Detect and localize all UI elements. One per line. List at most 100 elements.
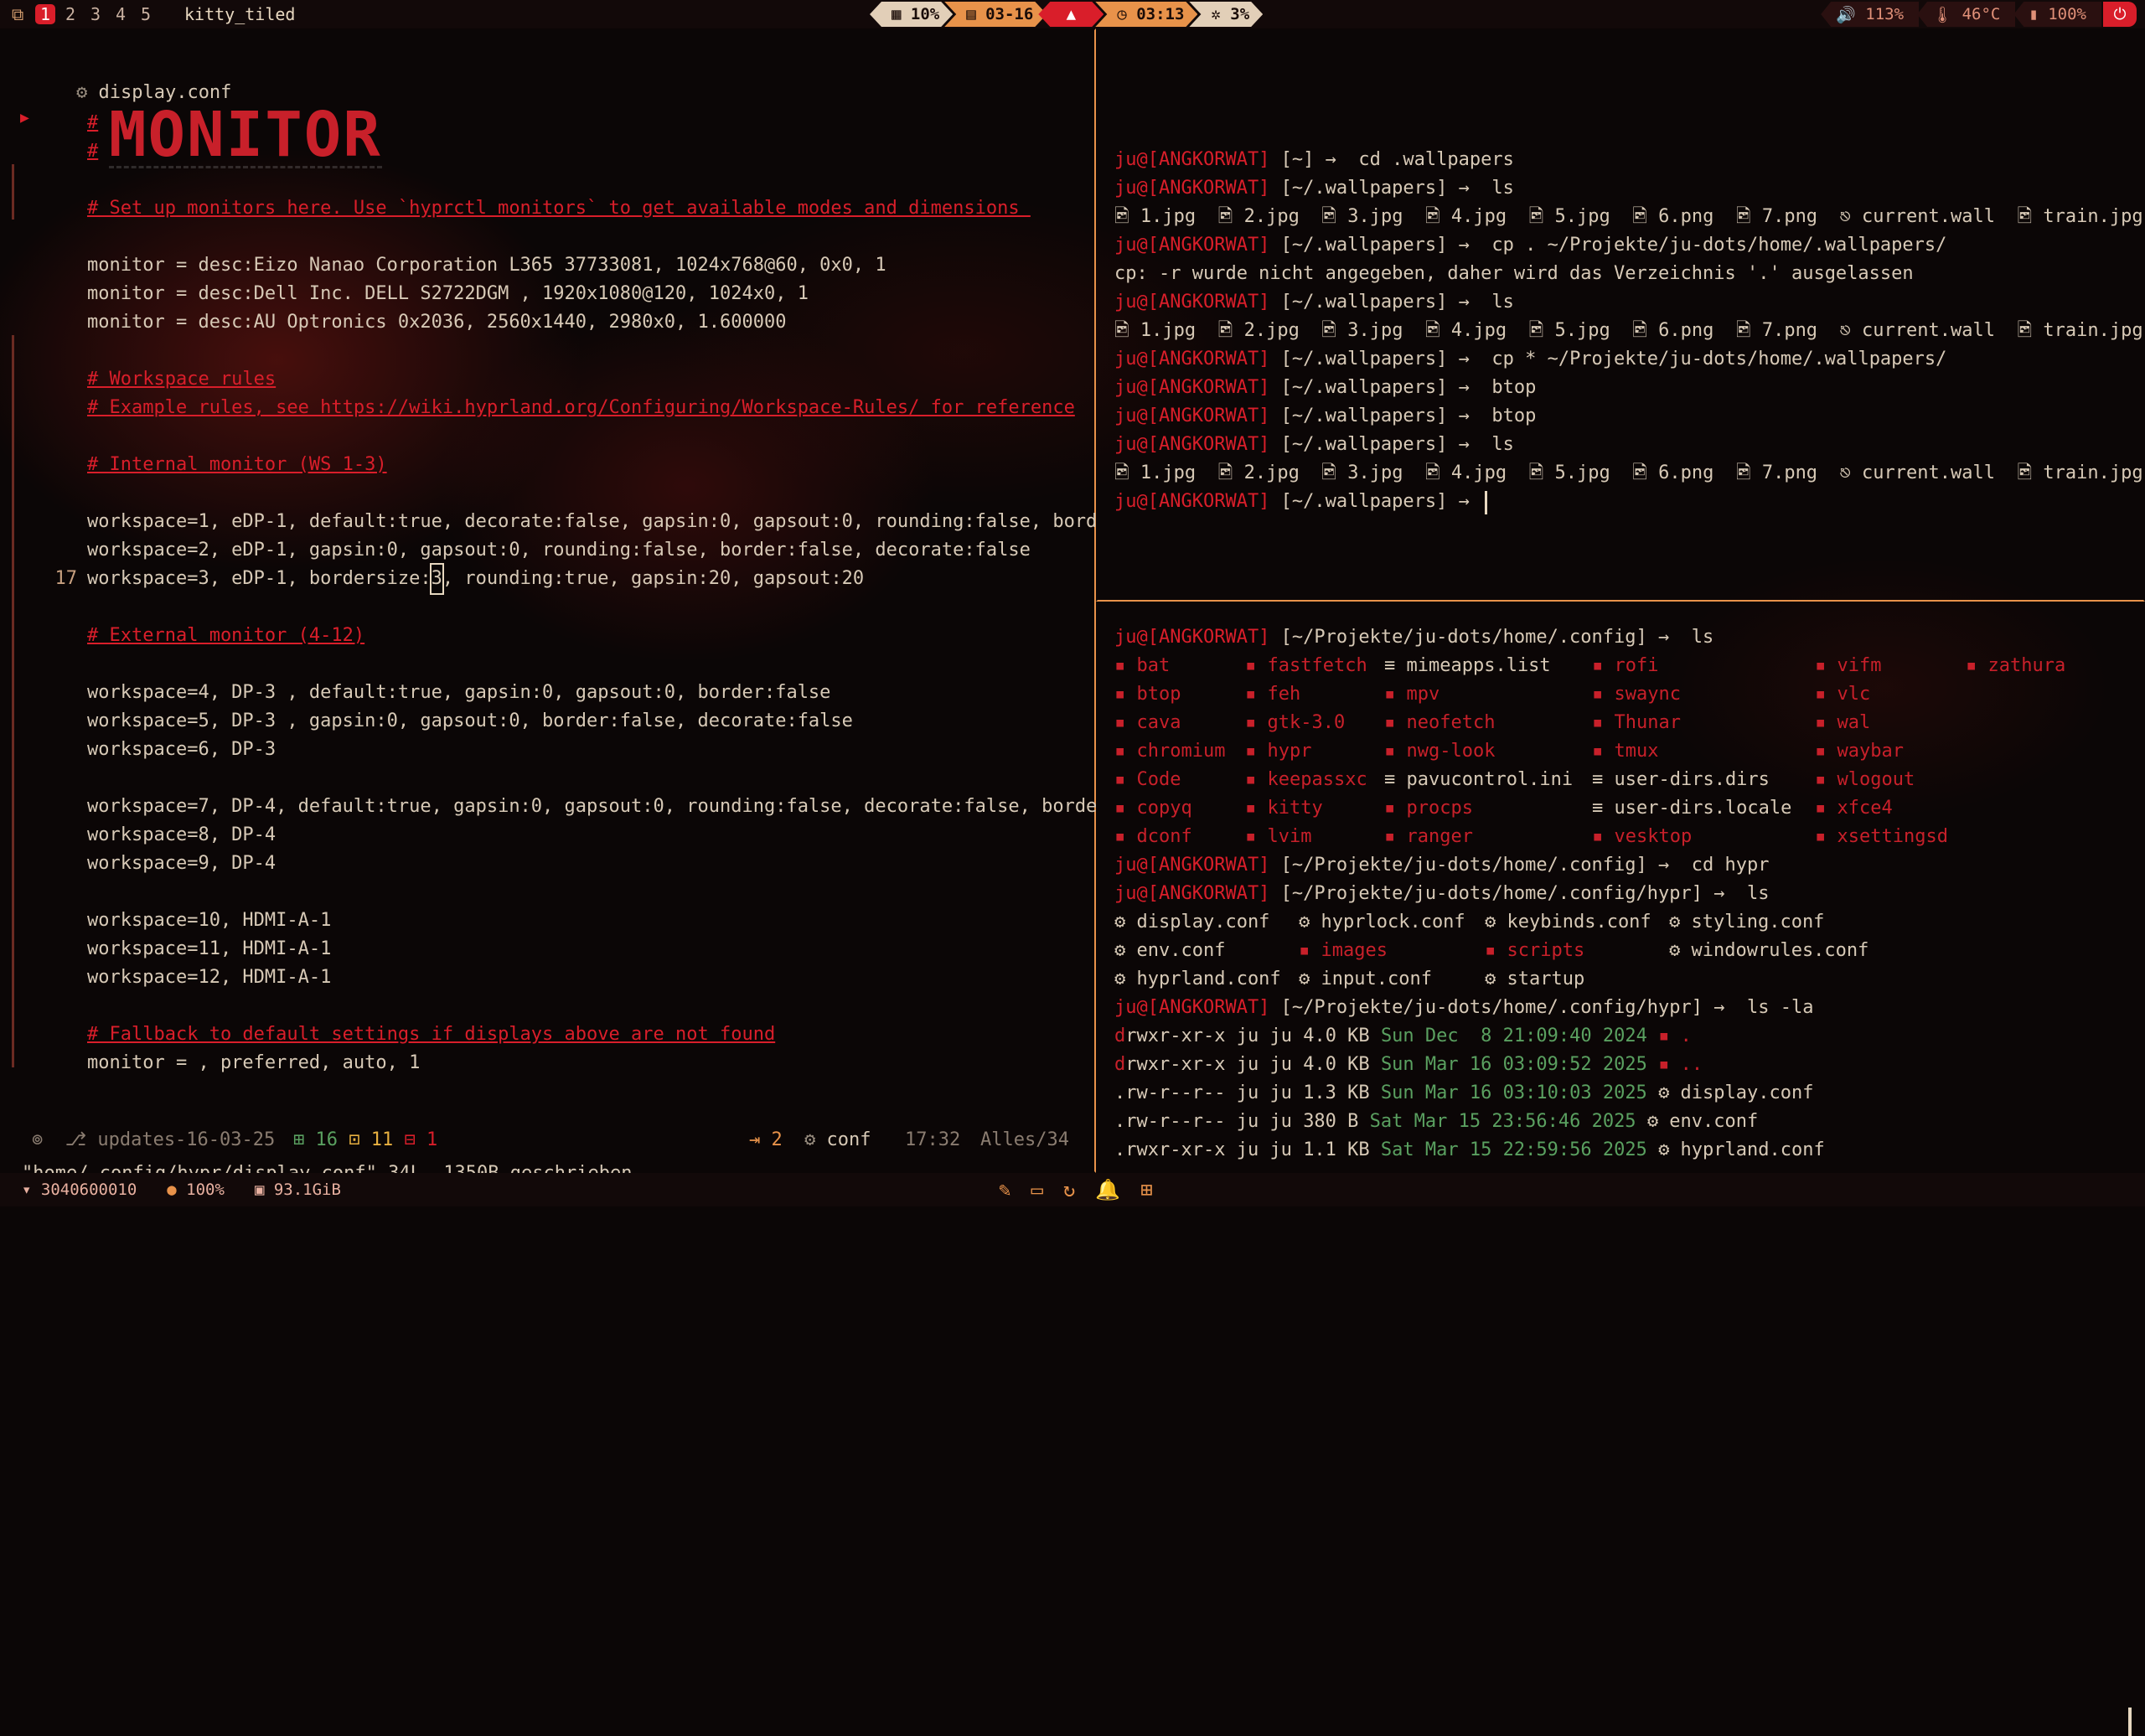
directory-entry: ▪ xfce4: [1815, 798, 1893, 819]
command-text: btop: [1481, 406, 1537, 426]
file-size: 4.0 KB: [1303, 1026, 1370, 1046]
file-entry: ⚙ startup: [1485, 969, 1585, 989]
code-line: monitor = desc:AU Optronics 0x2036, 2560…: [87, 312, 787, 333]
code-line: monitor = desc:Eizo Nanao Corporation L3…: [87, 255, 886, 276]
permissions: drwxr-xr-x: [1114, 1026, 1226, 1046]
prompt-line: ju@[ANGKORWAT] [~/.wallpapers] → ls: [1114, 174, 1514, 203]
code-line: monitor = desc:Dell Inc. DELL S2722DGM ,…: [87, 283, 809, 304]
screen-icon[interactable]: ▭: [1031, 1178, 1042, 1201]
code-line: monitor = , preferred, auto, 1: [87, 1052, 421, 1073]
date-module[interactable]: ▤ 03-16: [944, 2, 1047, 27]
file-entry: ⚙ hyprlock.conf: [1299, 912, 1465, 933]
refresh-icon[interactable]: ↻: [1063, 1178, 1075, 1201]
workspace-switcher: ⧉ 1 2 3 4 5 kitty_tiled: [12, 2, 295, 27]
directory-entry: ▪ waybar: [1815, 741, 1904, 762]
workspace-5[interactable]: 5: [136, 4, 156, 24]
volume-value: 113%: [1865, 5, 1905, 23]
code-line: # Internal monitor (WS 1-3): [87, 454, 387, 475]
fold-arrow-icon[interactable]: ▶: [20, 109, 29, 127]
cpu-value: 10%: [910, 5, 940, 23]
volume-module[interactable]: 🔊 113%: [1821, 2, 1920, 27]
directory-entry: ▪ mpv: [1384, 684, 1440, 705]
prompt-line: ju@[ANGKORWAT] [~/.wallpapers] → cp . ~/…: [1114, 231, 1946, 260]
disk-module[interactable]: ▣ 93.1GiB: [255, 1181, 341, 1199]
prompt-user: ju@[ANGKORWAT]: [1114, 491, 1270, 512]
prompt-user: ju@[ANGKORWAT]: [1114, 349, 1270, 369]
code-line: workspace=2, eDP-1, gapsin:0, gapsout:0,…: [87, 540, 1031, 561]
diff-removed: 1: [426, 1129, 438, 1150]
prompt-user: ju@[ANGKORWAT]: [1114, 997, 1270, 1018]
bottom-bar: ▾ 3040600010 ● 100% ▣ 93.1GiB ✎ ▭ ↻ 🔔 ⊞: [0, 1173, 2145, 1206]
prompt-line: ju@[ANGKORWAT] [~/.wallpapers] →: [1114, 488, 1491, 516]
logo-text: MONITOR: [109, 99, 382, 171]
terminal-bottom-pane[interactable]: ju@[ANGKORWAT] [~/Projekte/ju-dots/home/…: [1096, 602, 2145, 1736]
wifi-module[interactable]: ▾ 3040600010: [22, 1181, 137, 1199]
code-line: # External monitor (4-12): [87, 625, 365, 646]
directory-entry: ▪ dconf: [1114, 826, 1192, 847]
volume-icon: 🔊: [1836, 5, 1866, 24]
terminal-cursor: [1485, 491, 1487, 514]
command-text: ls: [1481, 434, 1514, 455]
brightness-module[interactable]: ● 100%: [167, 1181, 225, 1199]
code-line: workspace=11, HDMI-A-1: [87, 938, 332, 959]
cpu-icon: ▦: [892, 5, 911, 23]
editor-pane[interactable]: ⚙ display.conf ▶ MONITOR # # # Set up moni…: [0, 28, 1098, 1184]
branch-name: updates-16-03-25: [97, 1129, 276, 1150]
file-entry: ⚙ hyprland.conf: [1114, 969, 1281, 989]
arch-logo-icon[interactable]: ▲: [1038, 2, 1104, 27]
directory-entry: ▪ feh: [1245, 684, 1301, 705]
file-entry: ≡ mimeapps.list: [1384, 655, 1551, 676]
directory-entry: ▪ neofetch: [1384, 712, 1496, 733]
directory-entry: ▪ Code: [1114, 769, 1181, 790]
directory-entry: ▪ bat: [1114, 655, 1171, 676]
diff-added: 16: [315, 1129, 339, 1150]
fan-icon: ✲: [1211, 5, 1231, 23]
prompt-line: ju@[ANGKORWAT] [~] → cd .wallpapers: [1114, 146, 1514, 174]
directory-entry: ▪ fastfetch: [1245, 655, 1367, 676]
directory-entry: ▪ gtk-3.0: [1245, 712, 1346, 733]
dir-flag: d: [1114, 1026, 1126, 1046]
battery-icon: ▮: [2029, 5, 2049, 23]
date-value: 03-16: [985, 5, 1034, 23]
prompt-dir: [~/Projekte/ju-dots/home/.config] →: [1269, 855, 1681, 876]
workspace-3[interactable]: 3: [85, 4, 106, 24]
launcher-icon[interactable]: ⧉: [12, 4, 30, 24]
code-line: # Workspace rules: [87, 369, 277, 390]
cpu-module[interactable]: ▦ 10%: [870, 2, 953, 27]
terminal-top-pane[interactable]: ju@[ANGKORWAT] [~] → cd .wallpapers ju@[A…: [1096, 28, 2145, 602]
file-entry: ⚙ input.conf: [1299, 969, 1432, 989]
directory-entry: ▪ nwg-look: [1384, 741, 1496, 762]
prompt-user: ju@[ANGKORWAT]: [1114, 149, 1270, 170]
scrollbar-thumb[interactable]: [2128, 1708, 2132, 1736]
owner: ju ju: [1236, 1139, 1292, 1160]
directory-entry: ▪ cava: [1114, 712, 1181, 733]
permissions: drwxr-xr-x: [1114, 1054, 1226, 1075]
prompt-line: ju@[ANGKORWAT] [~/.wallpapers] → ls: [1114, 431, 1514, 459]
network-icon[interactable]: ⊞: [1140, 1178, 1152, 1201]
temperature-module[interactable]: 🌡 46°C: [1917, 2, 2016, 27]
fan-value: 3%: [1230, 5, 1250, 23]
workspace-2[interactable]: 2: [60, 4, 80, 24]
directory-entry: ▪ lvim: [1245, 826, 1312, 847]
filetype-info: ⚙ conf: [804, 1126, 871, 1155]
workspace-1[interactable]: 1: [35, 4, 55, 24]
color-picker-icon[interactable]: ✎: [999, 1178, 1010, 1201]
battery-module[interactable]: ▮ 100%: [2013, 2, 2101, 27]
directory-entry: ▪ wlogout: [1815, 769, 1915, 790]
code-line: workspace=5, DP-3 , gapsin:0, gapsout:0,…: [87, 710, 853, 731]
git-branch: ⊚ ⎇ updates-16-03-25: [32, 1129, 276, 1150]
fan-module[interactable]: ✲ 3%: [1189, 2, 1263, 27]
indent-info: ⇥ 2: [749, 1129, 783, 1150]
time-module[interactable]: ◷ 03:13: [1095, 2, 1197, 27]
prompt-user: ju@[ANGKORWAT]: [1114, 627, 1270, 648]
code-line: workspace=7, DP-4, default:true, gapsin:…: [87, 796, 1098, 817]
command-text: cd .wallpapers: [1347, 149, 1514, 170]
workspace-4[interactable]: 4: [111, 4, 131, 24]
prompt-user: ju@[ANGKORWAT]: [1114, 377, 1270, 398]
notification-bell-icon[interactable]: 🔔: [1095, 1178, 1120, 1201]
directory-entry: ▪ swaync: [1592, 684, 1681, 705]
command-text: cd hypr: [1680, 855, 1770, 876]
center-modules: ▦ 10% ▤ 03-16 ▲ ◷ 03:13 ✲ 3%: [870, 0, 1254, 28]
power-icon[interactable]: ⏻: [2103, 2, 2137, 27]
file-size: 1.1 KB: [1303, 1139, 1370, 1160]
